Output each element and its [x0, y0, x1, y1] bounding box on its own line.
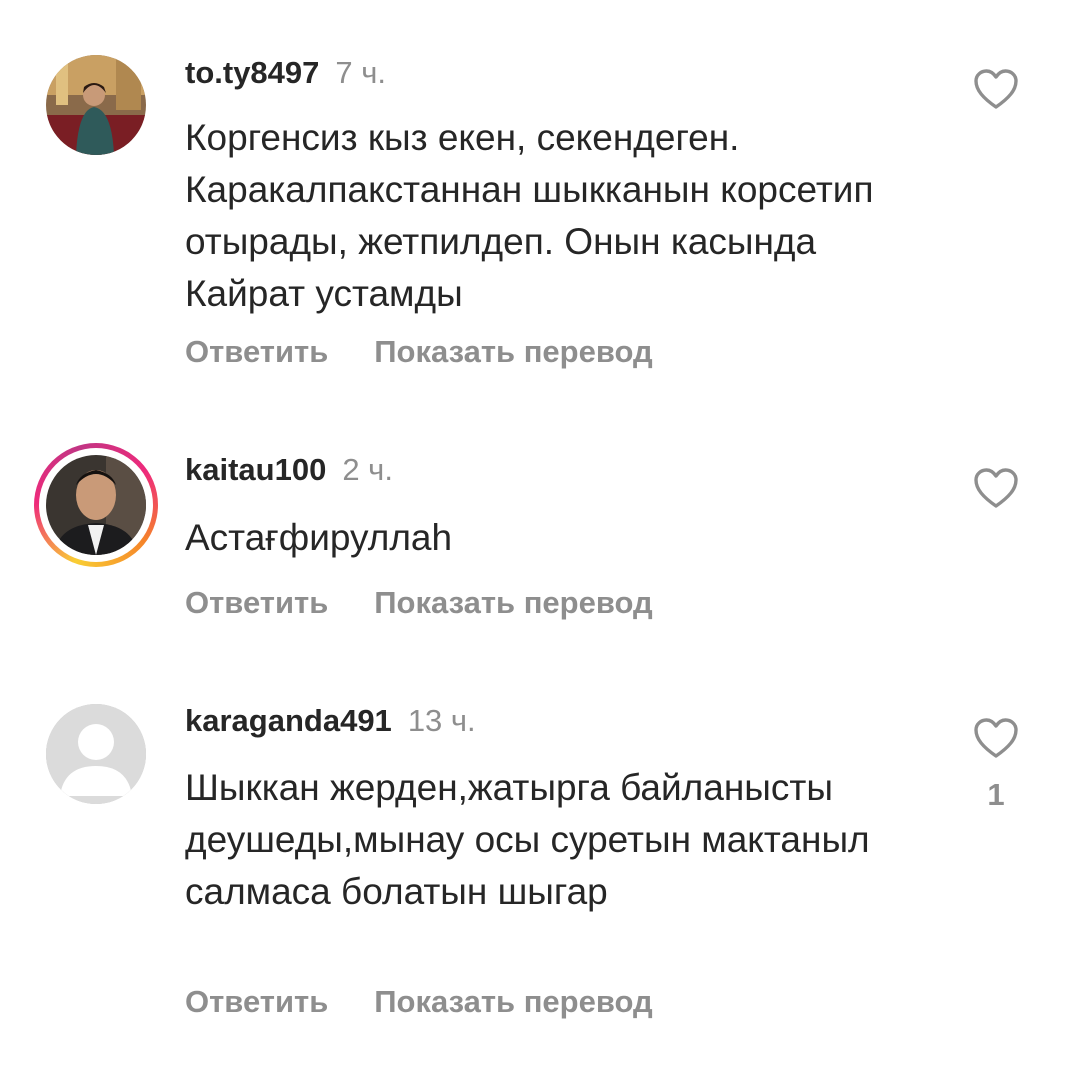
- comment-text: Астағфируллаһ: [185, 517, 453, 558]
- comment-time: 2 ч.: [342, 452, 393, 487]
- story-ring[interactable]: [34, 443, 158, 567]
- like-count[interactable]: 1: [973, 777, 1019, 813]
- heart-outline-icon[interactable]: [973, 68, 1019, 110]
- avatar[interactable]: [46, 455, 146, 555]
- avatar[interactable]: [46, 704, 146, 804]
- reply-button[interactable]: Ответить: [185, 334, 328, 369]
- comment-header: to.ty8497 7 ч.: [185, 55, 386, 91]
- show-translation-button[interactable]: Показать перевод: [374, 334, 652, 369]
- comment-actions: Ответить Показать перевод: [185, 585, 653, 621]
- comment-time: 7 ч.: [335, 55, 387, 90]
- heart-outline-icon[interactable]: [973, 467, 1019, 509]
- reply-button[interactable]: Ответить: [185, 585, 328, 620]
- avatar[interactable]: [46, 55, 146, 155]
- comment-header: karaganda491 13 ч.: [185, 703, 476, 739]
- username[interactable]: karaganda491: [185, 703, 392, 738]
- show-translation-button[interactable]: Показать перевод: [374, 984, 652, 1019]
- reply-button[interactable]: Ответить: [185, 984, 328, 1019]
- username[interactable]: kaitau100: [185, 452, 326, 487]
- comment-header: kaitau100 2 ч.: [185, 452, 393, 488]
- comment-actions: Ответить Показать перевод: [185, 984, 653, 1020]
- default-avatar-icon: [46, 704, 146, 804]
- comment-actions: Ответить Показать перевод: [185, 334, 653, 370]
- show-translation-button[interactable]: Показать перевод: [374, 585, 652, 620]
- comment-text: Коргенсиз кыз екен, секендеген. Каракалп…: [185, 117, 874, 314]
- username[interactable]: to.ty8497: [185, 55, 319, 90]
- heart-outline-icon[interactable]: [973, 717, 1019, 759]
- comment-time: 13 ч.: [407, 703, 476, 738]
- comment-text: Шыккан жерден,жатырга байланысты деушеды…: [185, 767, 870, 912]
